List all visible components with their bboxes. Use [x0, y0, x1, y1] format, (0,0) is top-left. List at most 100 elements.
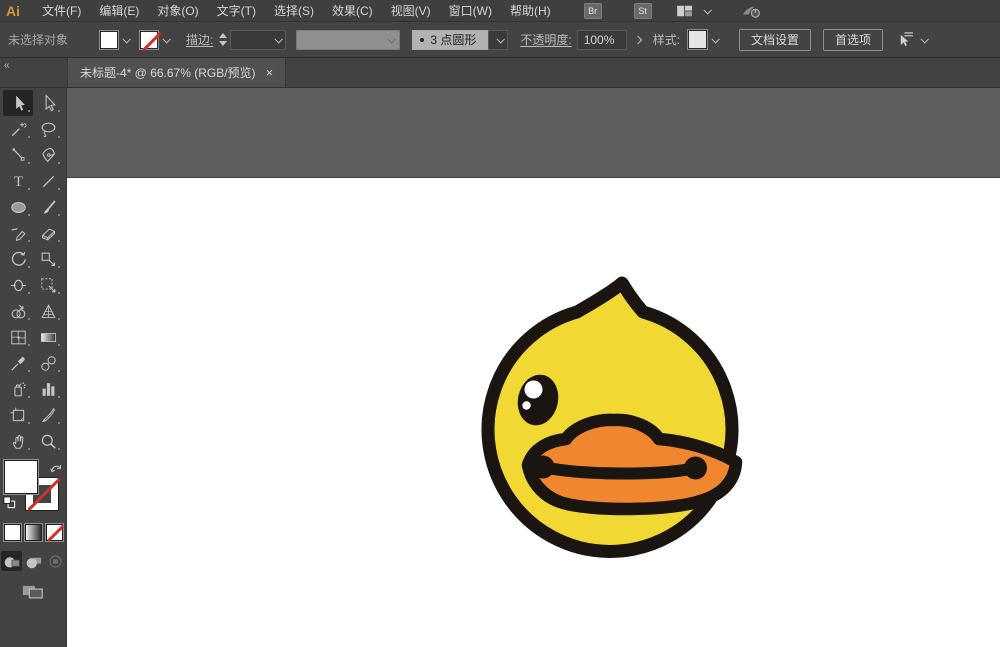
canvas-area[interactable]	[67, 88, 1000, 647]
opacity-expand-icon[interactable]	[633, 35, 641, 43]
width-icon	[9, 276, 28, 295]
tool-mesh[interactable]	[3, 324, 33, 350]
tool-direct-selection[interactable]	[33, 90, 63, 116]
tool-width[interactable]	[3, 272, 33, 298]
fill-proxy-swatch[interactable]	[4, 460, 38, 494]
screen-mode-button[interactable]	[21, 581, 45, 605]
menu-item-view[interactable]: 视图(V)	[382, 2, 440, 19]
screen-mode-icon	[21, 581, 45, 600]
tool-column-graph[interactable]	[33, 376, 63, 402]
tool-gradient[interactable]	[33, 324, 63, 350]
tool-zoom[interactable]	[33, 428, 63, 454]
style-swatch[interactable]	[688, 30, 707, 49]
selection-status: 未选择对象	[8, 31, 94, 48]
tool-paintbrush[interactable]	[33, 194, 63, 220]
pen-icon	[39, 146, 58, 165]
toolbar-collapse[interactable]: «	[0, 58, 67, 87]
stroke-color-swatch[interactable]	[140, 31, 158, 49]
fill-color-combo	[100, 31, 134, 49]
brush-definition-dropdown-disabled	[296, 30, 400, 50]
tool-lasso[interactable]	[33, 116, 63, 142]
eraser-icon	[39, 224, 58, 243]
color-button[interactable]	[4, 524, 21, 541]
blend-icon	[39, 354, 58, 373]
preferences-button[interactable]: 首选项	[823, 29, 883, 51]
brush-dropdown[interactable]	[488, 30, 508, 50]
stroke-panel-link[interactable]: 描边:	[186, 31, 213, 48]
workspace-chevron-icon[interactable]	[703, 6, 711, 14]
opacity-panel-link[interactable]: 不透明度:	[520, 31, 571, 48]
menu-item-window[interactable]: 窗口(W)	[440, 2, 501, 19]
menu-item-file[interactable]: 文件(F)	[33, 2, 90, 19]
stock-button[interactable]: St	[634, 3, 652, 19]
tool-slice[interactable]	[33, 402, 63, 428]
opacity-field[interactable]: 100%	[577, 30, 627, 50]
menu-item-select[interactable]: 选择(S)	[265, 2, 323, 19]
tool-perspective-grid[interactable]	[33, 298, 63, 324]
duck-artwork[interactable]	[67, 88, 1000, 647]
tool-magic-wand[interactable]	[3, 116, 33, 142]
tool-free-transform[interactable]	[33, 272, 63, 298]
free-transform-icon	[39, 276, 58, 295]
pen-anchor-icon	[9, 146, 28, 165]
tool-pencil[interactable]	[3, 220, 33, 246]
gradient-button[interactable]	[25, 524, 42, 541]
draw-inside-icon	[46, 553, 65, 570]
menu-item-object[interactable]: 对象(O)	[148, 2, 207, 19]
tab-close-icon[interactable]: ×	[266, 66, 274, 79]
step-down-icon	[219, 41, 227, 46]
fill-stroke-widget	[3, 460, 63, 516]
menu-item-help[interactable]: 帮助(H)	[501, 2, 560, 19]
brush-name: 3 点圆形	[430, 31, 476, 48]
drawing-mode-buttons	[1, 551, 66, 571]
lasso-icon	[39, 120, 58, 139]
tool-symbol-sprayer[interactable]	[3, 376, 33, 402]
tool-line-segment[interactable]	[33, 168, 63, 194]
fill-color-dropdown[interactable]	[118, 31, 134, 49]
workspace-switcher-icon[interactable]	[676, 2, 695, 19]
gradient-icon	[39, 328, 58, 347]
panel-cursor-icon	[895, 32, 914, 47]
document-setup-button[interactable]: 文档设置	[739, 29, 811, 51]
ellipse-icon	[9, 198, 28, 217]
none-button[interactable]	[46, 524, 63, 541]
stroke-width-stepper[interactable]	[219, 33, 227, 46]
stroke-width-dropdown[interactable]	[230, 30, 286, 50]
perspective-grid-icon	[39, 302, 58, 321]
draw-behind-button[interactable]	[23, 551, 44, 571]
workspace: T	[0, 88, 1000, 647]
swap-fill-stroke-icon[interactable]	[50, 460, 63, 478]
tool-rotate[interactable]	[3, 246, 33, 272]
shape-builder-icon	[9, 302, 28, 321]
document-tab[interactable]: 未标题-4* @ 66.67% (RGB/预览) ×	[67, 58, 286, 87]
menu-item-type[interactable]: 文字(T)	[208, 2, 265, 19]
fill-color-swatch[interactable]	[100, 31, 118, 49]
direct-selection-icon	[39, 94, 58, 113]
menu-item-effect[interactable]: 效果(C)	[323, 2, 382, 19]
style-dropdown[interactable]	[707, 31, 723, 49]
tool-pen-anchor[interactable]	[3, 142, 33, 168]
symbol-sprayer-icon	[9, 380, 28, 399]
paintbrush-icon	[39, 198, 58, 217]
artboard-tool-icon	[9, 406, 28, 425]
tool-eyedropper[interactable]	[3, 350, 33, 376]
tool-ellipse[interactable]	[3, 194, 33, 220]
bridge-button[interactable]: Br	[584, 3, 602, 19]
tool-artboard-tool[interactable]	[3, 402, 33, 428]
tool-pen[interactable]	[33, 142, 63, 168]
illustrator-window: Ai 文件(F)编辑(E)对象(O)文字(T)选择(S)效果(C)视图(V)窗口…	[0, 0, 1000, 647]
default-fill-stroke-icon[interactable]	[3, 496, 16, 514]
tool-eraser[interactable]	[33, 220, 63, 246]
tool-blend[interactable]	[33, 350, 63, 376]
type-icon: T	[9, 172, 28, 191]
cs-live-icon[interactable]	[742, 2, 761, 19]
brush-value[interactable]: 3 点圆形	[412, 30, 488, 50]
menu-item-edit[interactable]: 编辑(E)	[90, 2, 148, 19]
tool-scale[interactable]	[33, 246, 63, 272]
tool-selection[interactable]	[3, 90, 33, 116]
tool-type[interactable]: T	[3, 168, 33, 194]
draw-normal-button[interactable]	[1, 551, 22, 571]
tool-hand[interactable]	[3, 428, 33, 454]
control-panel-menu[interactable]	[895, 32, 927, 47]
tool-shape-builder[interactable]	[3, 298, 33, 324]
